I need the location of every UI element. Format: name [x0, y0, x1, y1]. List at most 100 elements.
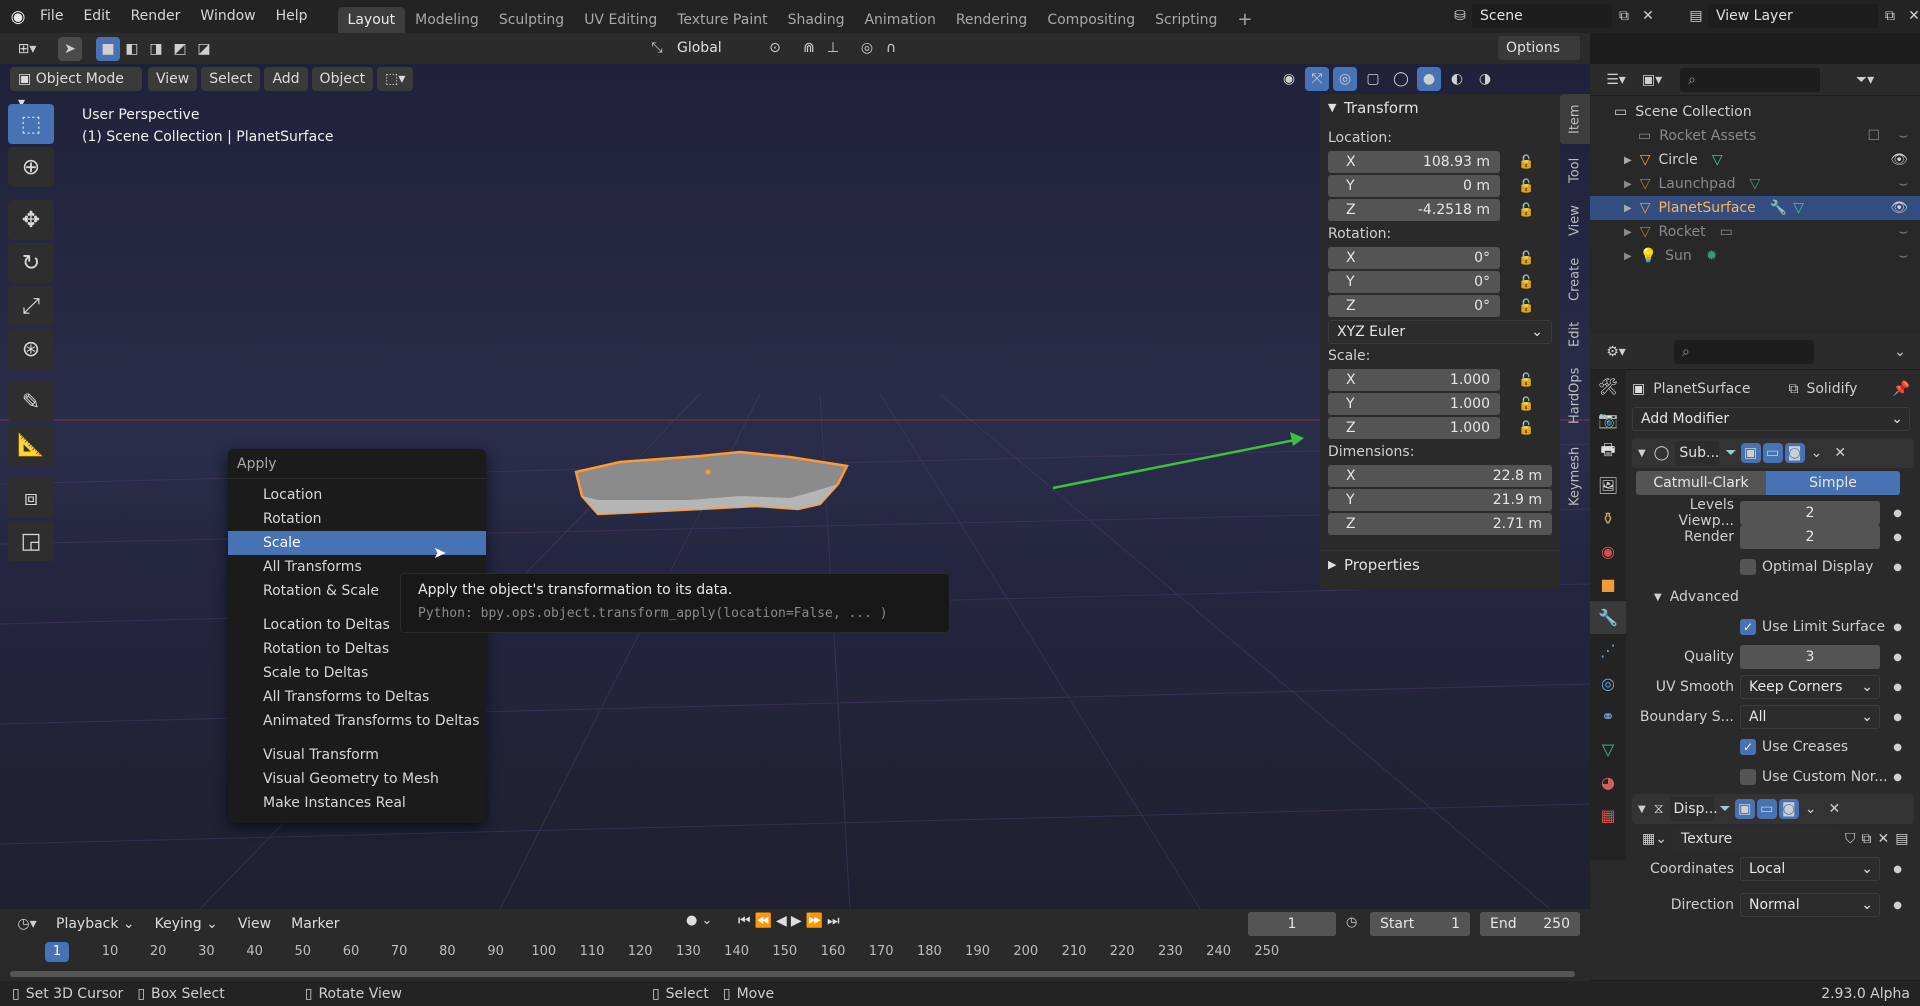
scale-x-field[interactable]: X 1.000 — [1328, 369, 1500, 391]
particles-tab-icon[interactable]: ⋰ — [1590, 634, 1626, 667]
chevron-down-icon[interactable]: ⌄ — [1811, 445, 1823, 461]
measure-tool-icon[interactable]: 📐 — [8, 425, 54, 465]
lock-icon[interactable]: 🔓 — [1518, 397, 1534, 412]
lock-icon[interactable]: 🔓 — [1518, 179, 1534, 194]
fake-user-icon[interactable]: ⛉ — [1845, 831, 1856, 847]
timeline-scrollbar[interactable] — [10, 971, 1575, 977]
material-tab-icon[interactable]: ◕ — [1590, 766, 1626, 799]
playback-menu[interactable]: Playback ⌄ — [48, 912, 143, 936]
jump-start-icon[interactable]: ⏮ — [738, 913, 751, 929]
prev-keyframe-icon[interactable]: ⏪ — [755, 913, 772, 929]
coordinates-dropdown[interactable]: Local ⌄ — [1740, 857, 1880, 881]
next-keyframe-icon[interactable]: ⏩ — [806, 913, 823, 929]
outliner-item-rocket-assets[interactable]: ▭ Rocket Assets ☐ ⌣ — [1590, 124, 1920, 148]
tab-hardops[interactable]: HardOps — [1560, 356, 1590, 436]
boundary-smooth-dropdown[interactable]: All ⌄ — [1740, 705, 1880, 729]
lock-icon[interactable]: 🔓 — [1518, 251, 1534, 266]
proportional-edit-icon[interactable]: ◎ — [855, 36, 879, 60]
menu-window[interactable]: Window — [190, 0, 265, 33]
options-dropdown[interactable]: Options — [1498, 36, 1580, 60]
render-tab-icon[interactable]: 📷 — [1590, 403, 1626, 436]
select-menu[interactable]: Select — [201, 67, 261, 91]
object-mode-dropdown[interactable]: ▣ Object Mode ▾ — [10, 67, 142, 111]
mode-new-icon[interactable]: ■ — [96, 36, 120, 61]
visibility-icon[interactable]: ◉ — [1277, 67, 1301, 91]
tab-animation[interactable]: Animation — [854, 7, 945, 33]
catmull-clark-button[interactable]: Catmull-Clark — [1636, 471, 1766, 495]
add-menu[interactable]: Add — [264, 67, 308, 91]
keyframe-dot-icon[interactable]: ● — [1893, 562, 1902, 573]
properties-panel-header[interactable]: ▶ Properties — [1320, 550, 1560, 578]
dimensions-z-field[interactable]: Z 2.71 m — [1328, 513, 1552, 535]
xray-icon[interactable]: ▢ — [1361, 67, 1385, 91]
new-view-layer-icon[interactable]: ⧉ — [1878, 4, 1902, 28]
editor-type-icon[interactable]: ⊞▾ — [10, 37, 44, 61]
record-icon[interactable]: ● ⌄ — [686, 913, 712, 928]
tab-tool[interactable]: Tool — [1560, 144, 1590, 196]
snap-target-icon[interactable]: ⊥ — [821, 36, 845, 60]
mode-extend-icon[interactable]: ◧ — [120, 37, 144, 61]
make-instances-real[interactable]: Make Instances Real — [228, 791, 486, 815]
constraints-tab-icon[interactable]: ⚭ — [1590, 700, 1626, 733]
menu-file[interactable]: File — [30, 0, 73, 33]
marker-menu[interactable]: Marker — [283, 912, 347, 936]
rotation-z-field[interactable]: Z 0° — [1328, 295, 1500, 317]
keyframe-dot-icon[interactable]: ● — [1893, 652, 1902, 663]
pivot-icon[interactable]: ⊙ — [763, 36, 787, 60]
apply-location[interactable]: Location — [228, 483, 486, 507]
properties-search-input[interactable]: ⌕ — [1674, 339, 1814, 364]
expand-icon[interactable]: ▶ — [1624, 203, 1632, 214]
start-frame-field[interactable]: Start 1 — [1370, 912, 1470, 936]
data-tab-icon[interactable]: ▽ — [1590, 733, 1626, 766]
orientation-icon[interactable]: ⤡ — [645, 36, 669, 60]
delete-scene-icon[interactable]: ✕ — [1636, 4, 1660, 28]
solid-shading-icon[interactable]: ● — [1417, 67, 1441, 91]
chevron-down-icon[interactable]: ⌄ — [1888, 340, 1912, 364]
tab-layout[interactable]: Layout — [337, 7, 406, 33]
eye-icon[interactable]: 👁 — [1890, 152, 1908, 168]
viewport-display-icon[interactable]: ▭ — [1762, 443, 1783, 463]
use-custom-normals-checkbox[interactable] — [1740, 769, 1756, 785]
lock-icon[interactable]: 🔓 — [1518, 373, 1534, 388]
transform-panel-header[interactable]: ▼ Transform — [1320, 94, 1560, 122]
simple-button[interactable]: Simple — [1766, 471, 1900, 495]
lock-icon[interactable]: 🔓 — [1518, 203, 1534, 218]
location-y-field[interactable]: Y 0 m — [1328, 175, 1500, 197]
object-tab-icon[interactable]: ■ — [1590, 568, 1626, 601]
keyframe-dot-icon[interactable]: ● — [1893, 682, 1902, 693]
outliner-item-launchpad[interactable]: ▶ ▽ Launchpad ▽ ⌣ — [1590, 172, 1920, 196]
add-cube-tool-icon[interactable]: ⧈ — [8, 478, 54, 518]
filter-icon[interactable]: ⏷▾ — [1848, 68, 1882, 92]
uv-smooth-dropdown[interactable]: Keep Corners ⌄ — [1740, 675, 1880, 699]
falloff-icon[interactable]: ∩ — [879, 36, 903, 60]
mode-intersect-icon[interactable]: ◪ — [192, 37, 216, 61]
new-scene-icon[interactable]: ⧉ — [1612, 4, 1636, 28]
viewport-display-icon[interactable]: ▭ — [1756, 799, 1777, 819]
scale-y-field[interactable]: Y 1.000 — [1328, 393, 1500, 415]
world-tab-icon[interactable]: ◉ — [1590, 535, 1626, 568]
orientation-dropdown[interactable]: Global — [669, 36, 757, 60]
scene-collection-row[interactable]: ▭ Scene Collection — [1590, 100, 1920, 124]
tab-create[interactable]: Create — [1560, 246, 1590, 312]
collapse-icon[interactable]: ▼ — [1638, 804, 1646, 815]
keyframe-dot-icon[interactable]: ● — [1893, 742, 1902, 753]
hidden-icon[interactable]: ⌣ — [1899, 248, 1908, 264]
expand-icon[interactable]: ▶ — [1624, 179, 1632, 190]
hidden-icon[interactable]: ⌣ — [1899, 176, 1908, 192]
hidden-icon[interactable]: ⌣ — [1899, 128, 1908, 144]
tab-compositing[interactable]: Compositing — [1037, 7, 1145, 33]
location-z-field[interactable]: Z -4.2518 m — [1328, 199, 1500, 221]
apply-visual-transform[interactable]: Visual Transform — [228, 743, 486, 767]
tab-sculpting[interactable]: Sculpting — [489, 7, 574, 33]
keyframe-dot-icon[interactable]: ● — [1893, 532, 1902, 543]
displace-modifier-header[interactable]: ▼ ⧖ Disp... ⏷ ▣ ▭ ◙ ⌄ ✕ — [1632, 794, 1914, 824]
add-modifier-dropdown[interactable]: Add Modifier ⌄ — [1632, 407, 1910, 431]
render-levels-field[interactable]: 2 — [1740, 525, 1880, 549]
edit-cage-icon[interactable]: ⏷ — [1725, 445, 1736, 461]
annotate-tool-icon[interactable]: ✎ — [8, 382, 54, 422]
tweak-tool-icon[interactable]: ⬚ — [8, 104, 54, 144]
subsurf-name-field[interactable]: Sub... — [1675, 441, 1720, 465]
texture-tab-icon[interactable]: ▦ — [1590, 799, 1626, 832]
tab-edit[interactable]: Edit — [1560, 312, 1590, 356]
tab-shading[interactable]: Shading — [778, 7, 855, 33]
